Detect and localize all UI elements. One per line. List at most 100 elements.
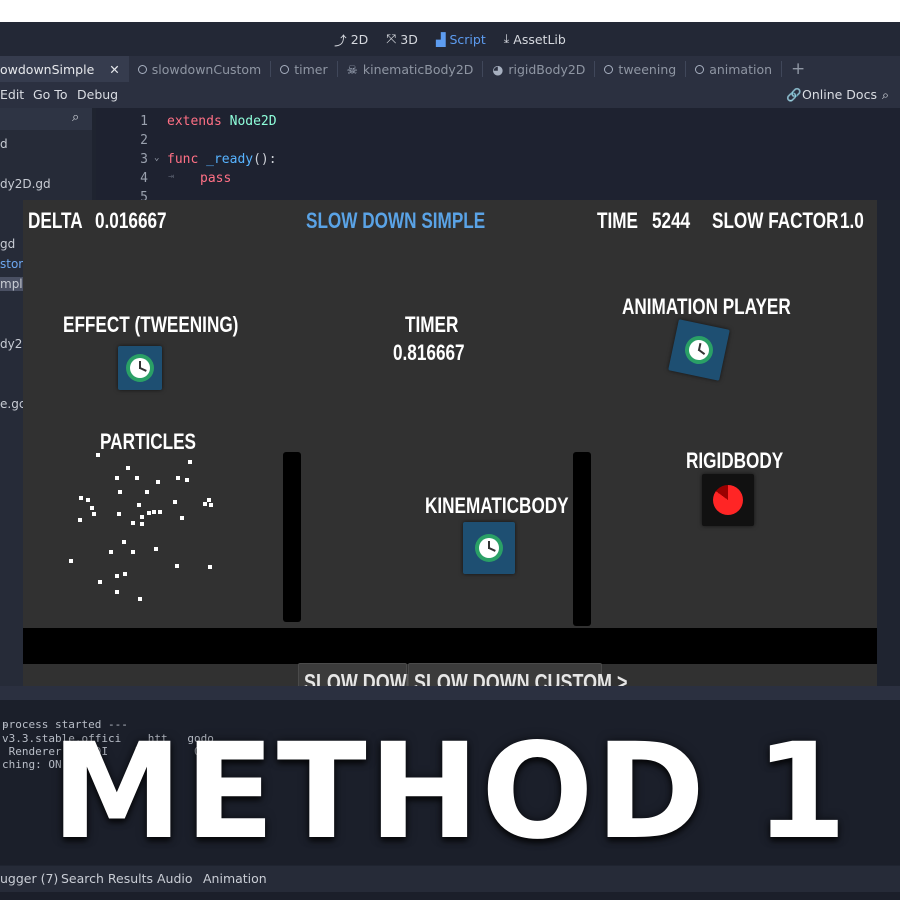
particle-dot: [145, 490, 149, 494]
particle-dot: [176, 476, 180, 480]
mode-2d[interactable]: ⤴ 2D: [334, 30, 368, 49]
particle-dot: [208, 565, 212, 569]
menu-goto[interactable]: Go To: [33, 87, 67, 102]
particle-dot: [123, 572, 127, 576]
particle-dot: [135, 476, 139, 480]
line-number: 1: [140, 114, 148, 129]
particle-dot: [118, 490, 122, 494]
particle-dot: [173, 500, 177, 504]
animation-player-label: ANIMATION PLAYER: [622, 294, 791, 319]
code-line-3: func _ready():: [167, 152, 277, 167]
script-icon: ▟: [435, 31, 446, 47]
particle-dot: [109, 550, 113, 554]
circle-icon: [137, 64, 147, 74]
particle-dot: [131, 521, 135, 525]
script-list-item[interactable]: d: [0, 137, 8, 151]
mode-3d[interactable]: ⤧ 3D: [386, 31, 418, 47]
scene-title: SLOW DOWN SIMPLE: [306, 208, 486, 233]
particle-dot: [86, 498, 90, 502]
tab-slowdown-simple[interactable]: owdownSimple ✕: [0, 56, 129, 82]
delta-value: 0.016667: [95, 208, 167, 233]
rigidbody-label: RIGIDBODY: [686, 448, 784, 473]
particle-dot: [203, 502, 207, 506]
tab-rigid-body[interactable]: ◕ rigidBody2D: [483, 56, 594, 82]
tab-tweening[interactable]: tweening: [595, 56, 685, 82]
mode-assetlib[interactable]: ⤓ AssetLib: [504, 31, 566, 47]
tab-animation[interactable]: animation: [686, 56, 781, 82]
particle-dot: [98, 580, 102, 584]
game-window: DELTA 0.016667 SLOW DOWN SIMPLE TIME 524…: [23, 200, 877, 700]
tab-kinematic-body[interactable]: ☠ kinematicBody2D: [338, 56, 483, 82]
particle-dot: [131, 550, 135, 554]
particle-dot: [122, 540, 126, 544]
search-help-icon[interactable]: ⌕: [882, 87, 889, 103]
menu-edit[interactable]: Edit: [0, 87, 24, 102]
particles-label: PARTICLES: [100, 429, 196, 454]
kinematicbody-label: KINEMATICBODY: [425, 493, 569, 518]
rigidbody-clock-icon: [702, 474, 754, 526]
search-icon[interactable]: ⌕: [72, 110, 79, 125]
particle-dot: [175, 564, 179, 568]
code-line-4: pass: [200, 171, 232, 186]
tab-timer[interactable]: timer: [271, 56, 336, 82]
particle-dot: [115, 590, 119, 594]
status-strip: [0, 892, 900, 900]
particle-dot: [180, 516, 184, 520]
tab-audio[interactable]: Audio: [157, 871, 193, 886]
effect-tweening-label: EFFECT (TWEENING): [63, 312, 239, 337]
menu-debug[interactable]: Debug: [77, 87, 118, 102]
kinematic-clock-icon: [463, 522, 515, 574]
assetlib-icon: ⤓: [503, 31, 510, 46]
particle-dot: [156, 480, 160, 484]
code-line-1: extends Node2D: [167, 114, 277, 129]
particle-dot: [117, 512, 121, 516]
add-tab-button[interactable]: +: [782, 56, 814, 82]
particle-dot: [140, 522, 144, 526]
script-list-item[interactable]: gd: [0, 237, 15, 251]
kinematic-body-icon: ☠: [346, 61, 358, 77]
line-number: 4: [140, 171, 148, 186]
2d-icon: ⤴: [334, 32, 347, 48]
time-label: TIME: [597, 208, 638, 233]
particle-dot: [209, 503, 213, 507]
left-pillar: [283, 452, 301, 622]
game-floor: [23, 628, 877, 664]
particle-dot: [90, 506, 94, 510]
particle-dot: [115, 574, 119, 578]
close-icon[interactable]: ✕: [109, 62, 119, 77]
online-docs-link[interactable]: Online Docs: [802, 87, 877, 102]
particle-dot: [158, 510, 162, 514]
particle-dot: [147, 511, 151, 515]
particle-dot: [188, 460, 192, 464]
circle-icon: [280, 64, 290, 74]
script-filter-bar: ⌕: [0, 108, 92, 130]
tab-indent-icon: ⇥: [168, 171, 175, 182]
script-list-item[interactable]: e.gc: [0, 397, 25, 411]
particle-dot: [78, 518, 82, 522]
script-menubar: Edit Go To Debug 🔗 Online Docs ⌕: [0, 82, 900, 108]
time-value: 5244: [652, 208, 691, 233]
bottom-panel-tabs: ugger (7) Search Results Audio Animation: [0, 866, 900, 892]
rigid-body-icon: ◕: [492, 61, 504, 77]
tweening-clock-icon: [118, 346, 162, 390]
particle-dot: [137, 503, 141, 507]
fold-arrow-icon[interactable]: ⌄: [154, 153, 159, 163]
particle-dot: [126, 466, 130, 470]
line-number: 3: [140, 152, 148, 167]
tab-debugger[interactable]: ugger (7): [0, 871, 58, 886]
particle-dot: [96, 453, 100, 457]
mode-script[interactable]: ▟ Script: [436, 32, 486, 47]
delta-label: DELTA: [28, 208, 83, 233]
tab-search-results[interactable]: Search Results: [61, 871, 153, 886]
particle-dot: [140, 515, 144, 519]
workspace-switcher: ⤴ 2D ⤧ 3D ▟ Script ⤓ AssetLib: [0, 22, 900, 56]
plus-icon: +: [791, 59, 806, 79]
circle-icon: [695, 64, 705, 74]
slow-factor-value: 1.0: [840, 208, 864, 233]
circle-icon: [604, 64, 614, 74]
timer-label: TIMER: [405, 312, 459, 337]
tab-animation-panel[interactable]: Animation: [203, 871, 267, 886]
script-list-item[interactable]: dy2D.gd: [0, 177, 51, 191]
tab-slowdown-custom[interactable]: slowdownCustom: [129, 56, 270, 82]
particle-dot: [115, 476, 119, 480]
